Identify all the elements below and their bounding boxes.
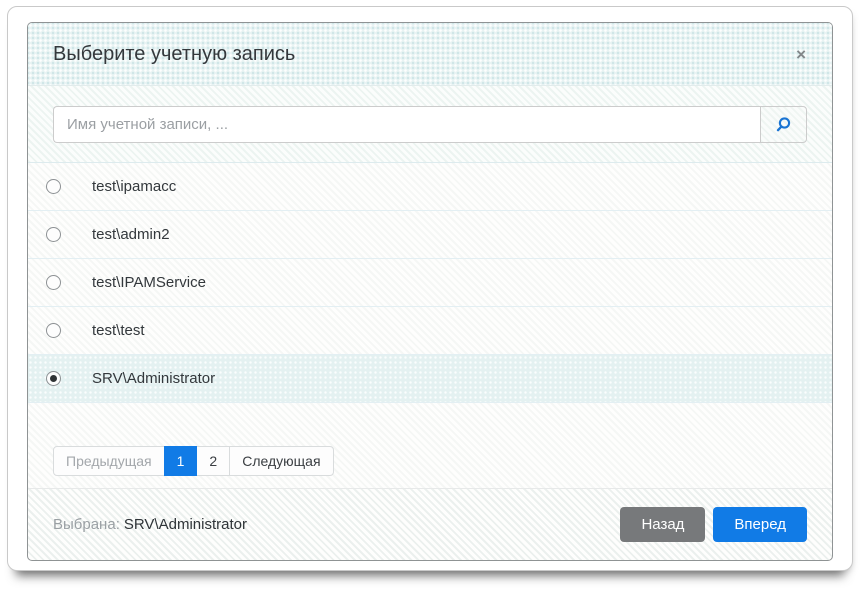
account-row-ipamservice[interactable]: test\IPAMService (28, 259, 832, 307)
account-label: test\admin2 (92, 226, 170, 243)
search-section (28, 86, 832, 163)
dialog-header: Выберите учетную запись × (28, 23, 832, 86)
dialog-footer: Выбрана:SRV\Administrator Назад Вперед (28, 488, 832, 560)
forward-button[interactable]: Вперед (713, 507, 807, 542)
pagination-previous[interactable]: Предыдущая (53, 446, 165, 476)
search-icon (775, 116, 792, 133)
account-label: test\IPAMService (92, 274, 206, 291)
account-row-admin2[interactable]: test\admin2 (28, 211, 832, 259)
account-list: test\ipamacc test\admin2 test\IPAMServic… (28, 163, 832, 403)
account-select-dialog: Выберите учетную запись × test\ipamacc t… (27, 22, 833, 561)
back-button[interactable]: Назад (620, 507, 705, 542)
selected-label: Выбрана: (53, 516, 120, 533)
radio-button[interactable] (46, 227, 61, 242)
search-button[interactable] (760, 106, 807, 143)
account-label: SRV\Administrator (92, 370, 215, 387)
account-label: test\ipamacc (92, 178, 176, 195)
pagination-page-2[interactable]: 2 (196, 446, 230, 476)
pagination-page-1[interactable]: 1 (164, 446, 198, 476)
selected-account-status: Выбрана:SRV\Administrator (53, 516, 620, 533)
close-icon[interactable]: × (790, 42, 812, 67)
search-input-group (53, 106, 807, 143)
radio-button[interactable] (46, 179, 61, 194)
radio-button-checked[interactable] (46, 371, 61, 386)
radio-button[interactable] (46, 323, 61, 338)
pagination: Предыдущая 1 2 Следующая (28, 446, 832, 476)
account-row-administrator[interactable]: SRV\Administrator (28, 355, 832, 403)
page-title: Выберите учетную запись (53, 43, 790, 66)
selected-value: SRV\Administrator (124, 516, 247, 533)
pagination-next[interactable]: Следующая (229, 446, 333, 476)
account-label: test\test (92, 322, 145, 339)
account-row-test[interactable]: test\test (28, 307, 832, 355)
account-row-ipamacc[interactable]: test\ipamacc (28, 163, 832, 211)
radio-button[interactable] (46, 275, 61, 290)
search-input[interactable] (53, 106, 760, 143)
list-spacer (28, 403, 832, 446)
